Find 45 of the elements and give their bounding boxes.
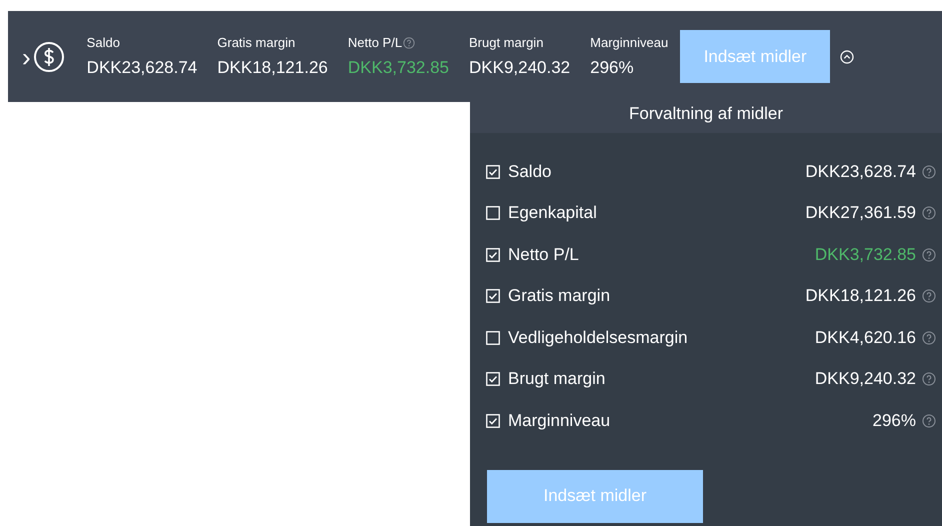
summary-value: 296% (590, 58, 635, 78)
row-label: Marginniveau (508, 410, 612, 431)
deposit-button[interactable]: Indsæt midler (487, 470, 703, 522)
row-value: DKK9,240.32 (814, 369, 916, 390)
summary-label: Brugt margin (469, 35, 544, 50)
help-icon[interactable] (922, 206, 936, 220)
row-value: DKK3,732.85 (814, 244, 916, 265)
summary-value: DKK23,628.74 (86, 58, 198, 78)
summary-label: Marginniveau (590, 35, 668, 50)
checkbox[interactable] (486, 330, 500, 345)
deposit-button[interactable]: Indsæt midler (680, 30, 830, 83)
row-label: Egenkapital (508, 203, 598, 224)
summary-label: Netto P/L (348, 35, 402, 50)
expand-glyph[interactable]: › (22, 44, 31, 70)
row-value: DKK23,628.74 (805, 162, 916, 182)
summary-label: Saldo (86, 35, 120, 50)
row-value: DKK18,121.26 (805, 286, 916, 306)
checkbox[interactable] (486, 206, 500, 220)
summary-value: DKK18,121.26 (217, 58, 328, 78)
checkbox[interactable] (486, 248, 500, 262)
help-icon[interactable] (922, 164, 936, 179)
help-icon[interactable] (922, 289, 936, 304)
checkbox[interactable] (486, 289, 500, 304)
row-label: Brugt margin (508, 369, 606, 390)
help-icon[interactable] (922, 372, 936, 386)
dollar-icon (32, 40, 65, 72)
summary-label: Gratis margin (217, 35, 296, 50)
help-icon[interactable] (922, 248, 936, 262)
panel-title: Forvaltning af midler (470, 95, 942, 133)
checkbox[interactable] (486, 414, 500, 428)
checkbox[interactable] (486, 164, 500, 179)
row-label: Gratis margin (508, 286, 612, 306)
collapse-icon[interactable] (840, 50, 854, 64)
help-icon[interactable] (403, 36, 416, 48)
help-icon[interactable] (922, 330, 936, 345)
row-value: 296% (872, 410, 916, 431)
row-value: DKK27,361.59 (805, 203, 916, 224)
row-label: Saldo (508, 162, 552, 182)
help-icon[interactable] (922, 414, 936, 428)
checkbox[interactable] (486, 372, 500, 386)
summary-value: DKK9,240.32 (469, 58, 570, 78)
row-label: Netto P/L (508, 244, 580, 265)
summary-value: DKK3,732.85 (348, 58, 449, 78)
row-value: DKK4,620.16 (814, 328, 916, 348)
row-label: Vedligeholdelsesmargin (508, 328, 689, 348)
